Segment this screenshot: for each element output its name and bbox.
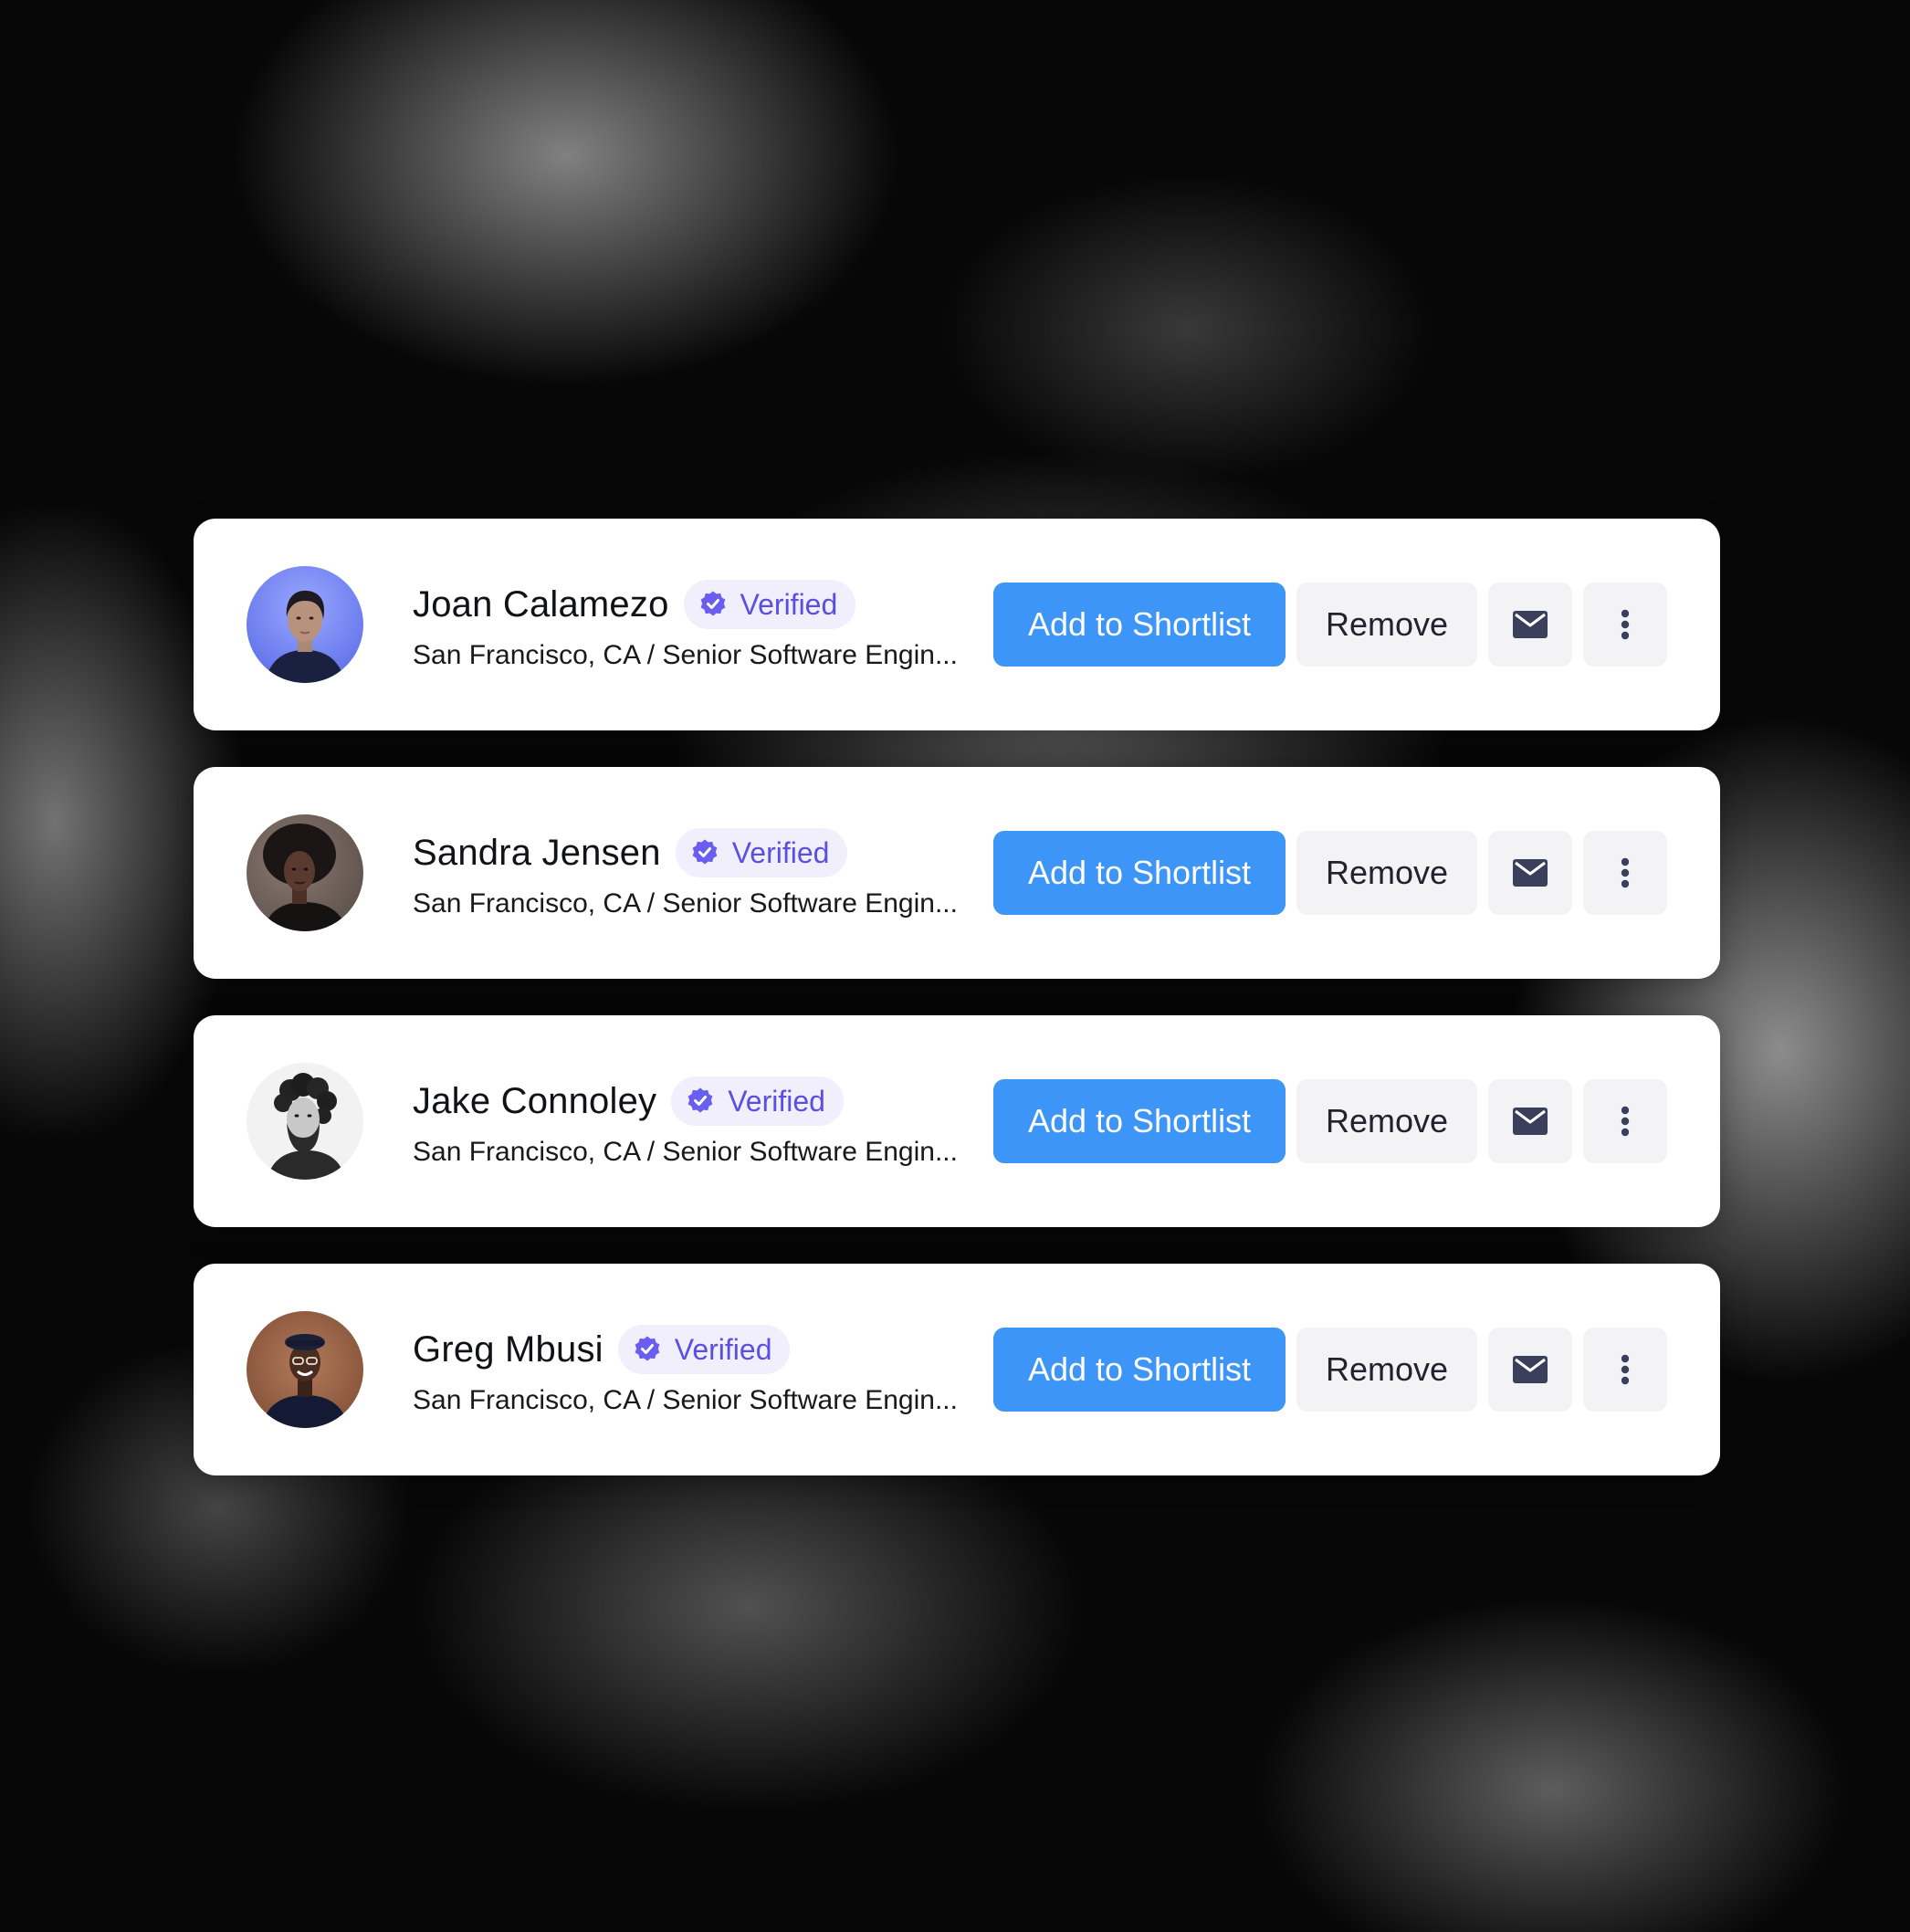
add-to-shortlist-button[interactable]: Add to Shortlist (993, 1328, 1286, 1412)
candidate-name[interactable]: Jake Connoley (413, 1081, 656, 1122)
more-vertical-icon (1621, 857, 1630, 888)
add-to-shortlist-button[interactable]: Add to Shortlist (993, 583, 1286, 667)
verified-check-icon (687, 1087, 713, 1113)
remove-button[interactable]: Remove (1296, 1328, 1477, 1412)
more-options-button[interactable] (1583, 1079, 1667, 1163)
candidate-info: Joan Calamezo Verified San Francisco, CA… (413, 578, 960, 671)
badge-label: Verified (728, 1084, 825, 1118)
badge-label: Verified (731, 835, 830, 869)
candidate-info: Jake Connoley Verified San Francisco, CA… (413, 1075, 960, 1168)
candidate-subtitle: San Francisco, CA / Senior Software Engi… (413, 888, 958, 919)
more-options-button[interactable] (1583, 1328, 1667, 1412)
verified-check-icon (692, 839, 718, 865)
mail-icon (1513, 1356, 1548, 1383)
add-to-shortlist-button[interactable]: Add to Shortlist (993, 1079, 1286, 1163)
verified-check-icon (700, 591, 725, 616)
remove-button[interactable]: Remove (1296, 1079, 1477, 1163)
more-vertical-icon (1621, 609, 1630, 640)
candidate-card: Jake Connoley Verified San Francisco, CA… (194, 1015, 1720, 1227)
verified-check-icon (635, 1336, 660, 1361)
candidate-subtitle: San Francisco, CA / Senior Software Engi… (413, 1385, 958, 1415)
mail-icon (1513, 611, 1548, 638)
candidate-subtitle: San Francisco, CA / Senior Software Engi… (413, 640, 958, 670)
card-actions: Add to Shortlist Remove (993, 1328, 1667, 1412)
verified-badge: Verified (683, 580, 856, 629)
badge-label: Verified (674, 1332, 772, 1366)
message-button[interactable] (1488, 583, 1572, 667)
more-vertical-icon (1621, 1106, 1630, 1137)
message-button[interactable] (1488, 1079, 1572, 1163)
verified-badge: Verified (617, 1325, 791, 1374)
verified-badge: Verified (675, 828, 848, 877)
candidate-name[interactable]: Sandra Jensen (413, 833, 661, 874)
candidate-card: Joan Calamezo Verified San Francisco, CA… (194, 519, 1720, 730)
avatar (247, 1063, 363, 1180)
name-row: Sandra Jensen Verified (413, 826, 960, 879)
message-button[interactable] (1488, 1328, 1572, 1412)
candidate-info: Greg Mbusi Verified San Francisco, CA / … (413, 1323, 960, 1416)
avatar (247, 814, 363, 931)
name-row: Jake Connoley Verified (413, 1075, 960, 1128)
mail-icon (1513, 1108, 1548, 1135)
more-options-button[interactable] (1583, 583, 1667, 667)
card-actions: Add to Shortlist Remove (993, 831, 1667, 915)
card-actions: Add to Shortlist Remove (993, 583, 1667, 667)
name-row: Joan Calamezo Verified (413, 578, 960, 631)
candidate-name[interactable]: Greg Mbusi (413, 1329, 603, 1370)
remove-button[interactable]: Remove (1296, 831, 1477, 915)
candidate-card: Sandra Jensen Verified San Francisco, CA… (194, 767, 1720, 979)
card-actions: Add to Shortlist Remove (993, 1079, 1667, 1163)
candidate-info: Sandra Jensen Verified San Francisco, CA… (413, 826, 960, 919)
mail-icon (1513, 859, 1548, 887)
add-to-shortlist-button[interactable]: Add to Shortlist (993, 831, 1286, 915)
avatar (247, 566, 363, 683)
verified-badge: Verified (671, 1076, 844, 1126)
avatar (247, 1311, 363, 1428)
candidate-subtitle: San Francisco, CA / Senior Software Engi… (413, 1137, 958, 1167)
name-row: Greg Mbusi Verified (413, 1323, 960, 1376)
message-button[interactable] (1488, 831, 1572, 915)
more-vertical-icon (1621, 1354, 1630, 1385)
candidate-name[interactable]: Joan Calamezo (413, 584, 669, 625)
more-options-button[interactable] (1583, 831, 1667, 915)
candidate-list: Joan Calamezo Verified San Francisco, CA… (194, 519, 1720, 1512)
remove-button[interactable]: Remove (1296, 583, 1477, 667)
badge-label: Verified (740, 587, 838, 621)
candidate-card: Greg Mbusi Verified San Francisco, CA / … (194, 1264, 1720, 1475)
